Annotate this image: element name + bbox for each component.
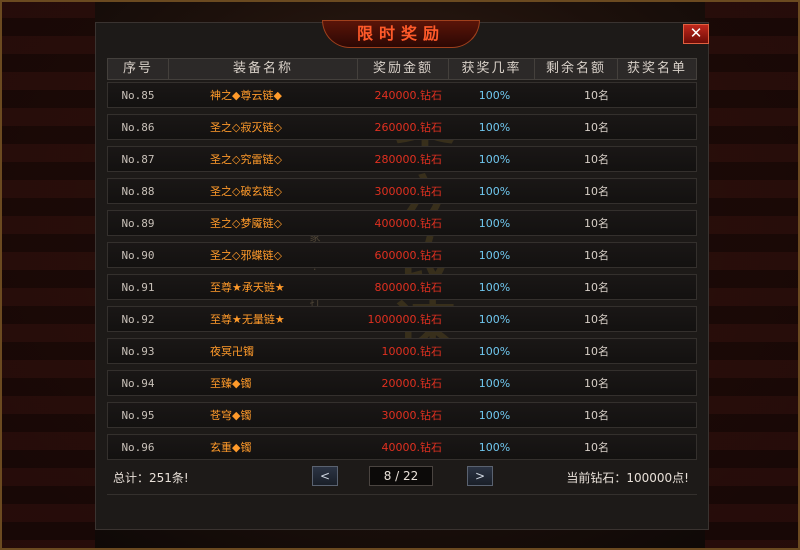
next-page-button[interactable]: > <box>467 466 493 486</box>
row-index: No.86 <box>121 120 155 134</box>
table-row: No.88 圣之◇破玄链◇ 300000.钻石 100% 10名 <box>107 178 697 204</box>
row-item-name: 圣之◇破玄链◇ <box>210 185 282 198</box>
table-row: No.92 至尊★无量链★ 1000000.钻石 100% 10名 <box>107 306 697 332</box>
row-index: No.92 <box>121 312 155 326</box>
row-reward-amount: 240000.钻石 <box>374 89 443 102</box>
bottom-divider <box>107 494 697 519</box>
row-index: No.88 <box>121 184 155 198</box>
row-remaining: 10名 <box>584 89 609 102</box>
reward-table-body: No.85 神之◆尊云链◆ 240000.钻石 100% 10名 No.86 圣之◇寂灭链◇… <box>107 82 697 466</box>
row-remaining: 10名 <box>584 153 609 166</box>
row-reward-amount: 600000.钻石 <box>374 249 443 262</box>
row-item-name: 圣之◇寂灭链◇ <box>210 121 282 134</box>
previous-page-button[interactable]: < <box>312 466 338 486</box>
row-item-name: 圣之◇邪蝶链◇ <box>210 249 282 262</box>
row-item-name: 夜冥卍镯 <box>210 345 254 358</box>
total-count: 总计：251条! <box>113 471 189 485</box>
table-row: No.93 夜冥卍镯 10000.钻石 100% 10名 <box>107 338 697 364</box>
close-button[interactable]: ✕ <box>683 24 709 44</box>
row-win-rate: 100% <box>478 152 511 166</box>
row-item-name: 至臻◆镯 <box>210 377 252 390</box>
row-item-name: 玄重◆镯 <box>210 441 252 454</box>
row-win-rate: 100% <box>478 376 511 390</box>
column-header-remaining: 剩余名额 <box>535 59 618 79</box>
row-remaining: 10名 <box>584 281 609 294</box>
current-diamonds: 当前钻石：100000点! <box>566 471 689 485</box>
row-index: No.95 <box>121 408 155 422</box>
row-remaining: 10名 <box>584 409 609 422</box>
column-header-rate: 获奖几率 <box>449 59 535 79</box>
row-win-rate: 100% <box>478 312 511 326</box>
row-reward-amount: 260000.钻石 <box>374 121 443 134</box>
column-header-item-name: 装备名称 <box>169 59 358 79</box>
table-row: No.95 苍穹◆镯 30000.钻石 100% 10名 <box>107 402 697 428</box>
row-remaining: 10名 <box>584 249 609 262</box>
row-index: No.94 <box>121 376 155 390</box>
row-win-rate: 100% <box>478 248 511 262</box>
row-reward-amount: 280000.钻石 <box>374 153 443 166</box>
row-win-rate: 100% <box>478 216 511 230</box>
row-win-rate: 100% <box>478 440 511 454</box>
row-win-rate: 100% <box>478 184 511 198</box>
row-index: No.85 <box>121 88 155 102</box>
row-remaining: 10名 <box>584 345 609 358</box>
row-reward-amount: 300000.钻石 <box>374 185 443 198</box>
row-remaining: 10名 <box>584 441 609 454</box>
row-win-rate: 100% <box>478 344 511 358</box>
row-win-rate: 100% <box>478 408 511 422</box>
row-reward-amount: 40000.钻石 <box>381 441 443 454</box>
table-row: No.91 至尊★承天链★ 800000.钻石 100% 10名 <box>107 274 697 300</box>
row-win-rate: 100% <box>478 280 511 294</box>
row-reward-amount: 20000.钻石 <box>381 377 443 390</box>
row-reward-amount: 800000.钻石 <box>374 281 443 294</box>
window-title: 限时奖励 <box>356 24 445 43</box>
row-remaining: 10名 <box>584 217 609 230</box>
footer: 总计：251条! < 8 / 22 > 当前钻石：100000点! <box>107 463 697 491</box>
row-index: No.96 <box>121 440 155 454</box>
column-header-index: 序号 <box>108 59 169 79</box>
row-reward-amount: 30000.钻石 <box>381 409 443 422</box>
row-item-name: 神之◆尊云链◆ <box>210 89 282 102</box>
row-reward-amount: 1000000.钻石 <box>367 313 443 326</box>
row-reward-amount: 10000.钻石 <box>381 345 443 358</box>
table-row: No.94 至臻◆镯 20000.钻石 100% 10名 <box>107 370 697 396</box>
page-indicator: 8 / 22 <box>369 466 433 486</box>
column-header-reward: 奖励金额 <box>358 59 449 79</box>
title-plate: 限时奖励 <box>322 20 480 48</box>
row-index: No.93 <box>121 344 155 358</box>
row-item-name: 圣之◇究雷链◇ <box>210 153 282 166</box>
row-remaining: 10名 <box>584 377 609 390</box>
row-index: No.89 <box>121 216 155 230</box>
column-header-winners: 获奖名单 <box>626 61 687 76</box>
row-item-name: 至尊★承天链★ <box>210 281 285 294</box>
row-index: No.87 <box>121 152 155 166</box>
row-item-name: 至尊★无量链★ <box>210 313 285 326</box>
row-remaining: 10名 <box>584 121 609 134</box>
table-row: No.86 圣之◇寂灭链◇ 260000.钻石 100% 10名 <box>107 114 697 140</box>
row-index: No.90 <box>121 248 155 262</box>
row-item-name: 圣之◇梦魇链◇ <box>210 217 282 230</box>
row-win-rate: 100% <box>478 120 511 134</box>
row-reward-amount: 400000.钻石 <box>374 217 443 230</box>
row-item-name: 苍穹◆镯 <box>210 409 252 422</box>
table-row: No.87 圣之◇究雷链◇ 280000.钻石 100% 10名 <box>107 146 697 172</box>
table-row: No.89 圣之◇梦魇链◇ 400000.钻石 100% 10名 <box>107 210 697 236</box>
row-remaining: 10名 <box>584 313 609 326</box>
row-remaining: 10名 <box>584 185 609 198</box>
row-win-rate: 100% <box>478 88 511 102</box>
table-row: No.85 神之◆尊云链◆ 240000.钻石 100% 10名 <box>107 82 697 108</box>
table-row: No.90 圣之◇邪蝶链◇ 600000.钻石 100% 10名 <box>107 242 697 268</box>
table-header: 序号 装备名称 奖励金额 获奖几率 剩余名额 获奖名单 <box>107 58 697 80</box>
table-row: No.96 玄重◆镯 40000.钻石 100% 10名 <box>107 434 697 460</box>
row-index: No.91 <box>121 280 155 294</box>
